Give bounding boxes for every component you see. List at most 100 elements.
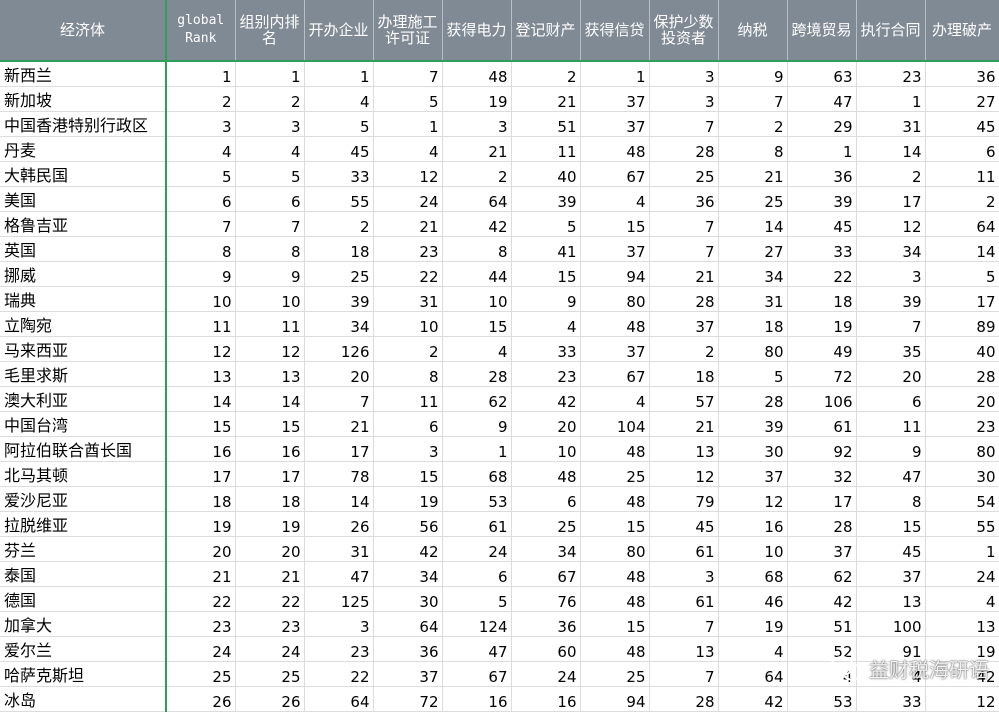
getting-electricity-cell[interactable]: 124 [442,611,512,637]
paying-taxes-cell[interactable]: 8 [718,136,788,162]
paying-taxes-cell[interactable]: 25 [718,186,788,212]
economy-cell[interactable]: 芬兰 [0,536,167,562]
getting-electricity-cell[interactable]: 44 [442,261,512,287]
enforcing-contracts-cell[interactable]: 33 [856,686,926,712]
group-rank-cell[interactable]: 6 [235,186,305,212]
group-rank-cell[interactable]: 2 [235,86,305,112]
getting-electricity-cell[interactable]: 61 [442,511,512,537]
getting-credit-cell[interactable]: 48 [580,561,650,587]
resolving-insolvency-cell[interactable]: 13 [925,611,999,637]
header-group-rank[interactable]: 组别内排名 [235,0,305,62]
getting-credit-cell[interactable]: 37 [580,236,650,262]
protecting-investors-cell[interactable]: 28 [649,136,719,162]
trading-across-borders-cell[interactable]: 61 [787,411,857,437]
registering-property-cell[interactable]: 25 [511,511,581,537]
group-rank-cell[interactable]: 13 [235,361,305,387]
resolving-insolvency-cell[interactable]: 19 [925,636,999,662]
global-rank-cell[interactable]: 1 [166,60,236,87]
construction-permits-cell[interactable]: 1 [373,111,443,137]
registering-property-cell[interactable]: 40 [511,161,581,187]
trading-across-borders-cell[interactable]: 1 [787,136,857,162]
header-starting-business[interactable]: 开办企业 [304,0,374,62]
enforcing-contracts-cell[interactable]: 35 [856,336,926,362]
enforcing-contracts-cell[interactable]: 39 [856,286,926,312]
trading-across-borders-cell[interactable]: 36 [787,161,857,187]
resolving-insolvency-cell[interactable]: 30 [925,461,999,487]
global-rank-cell[interactable]: 24 [166,636,236,662]
paying-taxes-cell[interactable]: 4 [718,636,788,662]
construction-permits-cell[interactable]: 6 [373,411,443,437]
global-rank-cell[interactable]: 23 [166,611,236,637]
construction-permits-cell[interactable]: 3 [373,436,443,462]
resolving-insolvency-cell[interactable]: 2 [925,186,999,212]
protecting-investors-cell[interactable]: 57 [649,386,719,412]
group-rank-cell[interactable]: 16 [235,436,305,462]
resolving-insolvency-cell[interactable]: 11 [925,161,999,187]
protecting-investors-cell[interactable]: 13 [649,636,719,662]
resolving-insolvency-cell[interactable]: 40 [925,336,999,362]
economy-cell[interactable]: 爱尔兰 [0,636,167,662]
enforcing-contracts-cell[interactable]: 2 [856,161,926,187]
economy-cell[interactable]: 爱沙尼亚 [0,486,167,512]
paying-taxes-cell[interactable]: 28 [718,386,788,412]
trading-across-borders-cell[interactable]: 51 [787,611,857,637]
resolving-insolvency-cell[interactable]: 4 [925,586,999,612]
group-rank-cell[interactable]: 18 [235,486,305,512]
trading-across-borders-cell[interactable]: 72 [787,361,857,387]
getting-electricity-cell[interactable]: 24 [442,536,512,562]
starting-business-cell[interactable]: 14 [304,486,374,512]
group-rank-cell[interactable]: 19 [235,511,305,537]
header-registering-property[interactable]: 登记财产 [511,0,581,62]
economy-cell[interactable]: 泰国 [0,561,167,587]
getting-electricity-cell[interactable]: 19 [442,86,512,112]
group-rank-cell[interactable]: 25 [235,661,305,687]
trading-across-borders-cell[interactable]: 32 [787,461,857,487]
getting-electricity-cell[interactable]: 48 [442,60,512,87]
resolving-insolvency-cell[interactable]: 12 [925,686,999,712]
construction-permits-cell[interactable]: 21 [373,211,443,237]
starting-business-cell[interactable]: 64 [304,686,374,712]
trading-across-borders-cell[interactable]: 39 [787,186,857,212]
starting-business-cell[interactable]: 78 [304,461,374,487]
header-resolving-insolvency[interactable]: 办理破产 [925,0,999,62]
construction-permits-cell[interactable]: 30 [373,586,443,612]
enforcing-contracts-cell[interactable]: 47 [856,461,926,487]
construction-permits-cell[interactable]: 64 [373,611,443,637]
getting-credit-cell[interactable]: 94 [580,686,650,712]
starting-business-cell[interactable]: 17 [304,436,374,462]
group-rank-cell[interactable]: 11 [235,311,305,337]
starting-business-cell[interactable]: 126 [304,336,374,362]
protecting-investors-cell[interactable]: 18 [649,361,719,387]
registering-property-cell[interactable]: 15 [511,261,581,287]
global-rank-cell[interactable]: 18 [166,486,236,512]
protecting-investors-cell[interactable]: 36 [649,186,719,212]
getting-electricity-cell[interactable]: 16 [442,686,512,712]
starting-business-cell[interactable]: 25 [304,261,374,287]
trading-across-borders-cell[interactable]: 28 [787,511,857,537]
global-rank-cell[interactable]: 17 [166,461,236,487]
global-rank-cell[interactable]: 16 [166,436,236,462]
protecting-investors-cell[interactable]: 12 [649,461,719,487]
getting-electricity-cell[interactable]: 2 [442,161,512,187]
starting-business-cell[interactable]: 20 [304,361,374,387]
starting-business-cell[interactable]: 21 [304,411,374,437]
getting-electricity-cell[interactable]: 28 [442,361,512,387]
enforcing-contracts-cell[interactable]: 100 [856,611,926,637]
getting-electricity-cell[interactable]: 9 [442,411,512,437]
enforcing-contracts-cell[interactable]: 13 [856,586,926,612]
economy-cell[interactable]: 格鲁吉亚 [0,211,167,237]
group-rank-cell[interactable]: 4 [235,136,305,162]
starting-business-cell[interactable]: 4 [304,86,374,112]
construction-permits-cell[interactable]: 72 [373,686,443,712]
global-rank-cell[interactable]: 19 [166,511,236,537]
economy-cell[interactable]: 挪威 [0,261,167,287]
trading-across-borders-cell[interactable]: 18 [787,286,857,312]
trading-across-borders-cell[interactable]: 42 [787,586,857,612]
enforcing-contracts-cell[interactable]: 31 [856,111,926,137]
header-getting-credit[interactable]: 获得信贷 [580,0,650,62]
resolving-insolvency-cell[interactable]: 23 [925,411,999,437]
global-rank-cell[interactable]: 26 [166,686,236,712]
protecting-investors-cell[interactable]: 25 [649,161,719,187]
group-rank-cell[interactable]: 22 [235,586,305,612]
economy-cell[interactable]: 德国 [0,586,167,612]
